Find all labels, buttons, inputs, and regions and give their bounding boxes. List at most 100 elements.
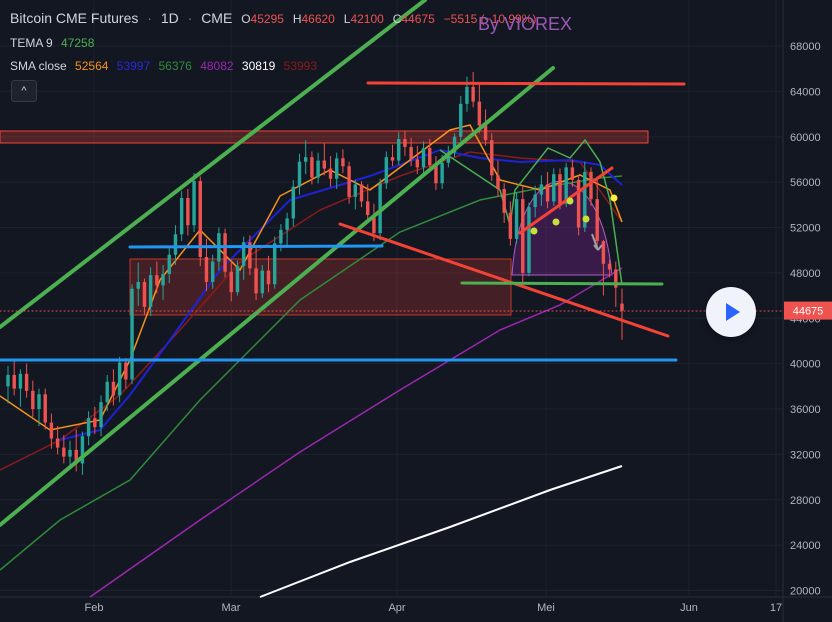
candle-body [539,184,544,195]
chart-window: 2000024000280003200036000400004400048000… [0,0,832,622]
candle-body [316,160,320,178]
exchange-label: CME [201,10,233,26]
candle-body [86,418,91,437]
y-tick-label: 32000 [790,449,821,461]
y-tick-label: 68000 [790,41,821,53]
symbol-title[interactable]: Bitcoin CME Futures [10,10,138,26]
candle-body [514,199,519,239]
candle-body [328,168,333,179]
pattern-dot [582,215,590,223]
candle-body [229,271,233,293]
candle-body [558,174,562,204]
candle-body [24,373,29,391]
candle-body [390,157,395,161]
y-tick-label: 24000 [790,540,821,552]
candle-body [18,373,23,389]
candle-body [43,394,47,423]
candle-body [421,148,426,168]
candle-body [403,139,407,147]
last-price-label: 44675 [793,306,824,318]
candle-body [459,103,463,137]
play-button[interactable] [706,287,756,337]
candle-body [409,146,413,160]
candle-body [161,274,165,286]
candle-body [49,422,54,439]
pattern-dot [530,227,538,235]
y-tick-label: 48000 [790,268,821,280]
y-tick-label: 60000 [790,132,821,144]
pattern-dot [610,194,618,202]
candle-body [397,139,401,161]
candle-body [521,199,525,273]
candle-body [260,270,264,294]
candle-body [31,390,35,409]
y-tick-label: 52000 [790,223,821,235]
candle-body [533,194,537,208]
candle-body [130,288,134,380]
candle-body [576,179,581,228]
collapse-legend-button[interactable]: ^ [11,80,37,102]
candle-body [353,184,358,197]
candle-body [124,362,128,380]
candle-body [272,243,277,285]
x-tick-label: 17 [770,602,782,614]
candle-body [235,266,240,293]
support-line-upper [128,244,384,249]
candle-body [359,184,364,202]
candle-body [68,449,72,457]
y-tick-label: 64000 [790,86,821,98]
candle-body [471,86,475,102]
candle-body [601,241,606,264]
sma-line-4 [89,267,623,598]
tema-legend[interactable]: TEMA 9 47258 [10,36,99,50]
x-tick-label: Jun [680,602,698,614]
candle-body [192,180,196,226]
open-value: 45295 [250,12,284,26]
close-value: 44675 [401,12,435,26]
candle-body [111,381,116,396]
sma-line-5 [259,465,623,598]
play-icon [726,303,740,321]
x-tick-label: Mei [537,602,555,614]
x-tick-label: Feb [85,602,104,614]
candle-body [167,254,171,275]
candle-body [508,212,513,239]
candle-body [93,418,97,428]
sma-value-3: 56376 [158,59,192,73]
y-tick-label: 40000 [790,359,821,371]
candle-body [322,160,327,169]
support-zone [129,258,512,316]
candle-body [186,198,190,226]
candle-body [620,303,624,311]
sma-legend[interactable]: SMA close 52564 53997 56376 48082 30819 … [10,59,322,73]
candle-body [279,229,283,244]
candle-body [589,171,593,200]
candle-body [552,174,556,202]
sma-value-4: 48082 [200,59,234,73]
x-tick-label: Apr [388,602,405,614]
header-row: Bitcoin CME Futures · 1D · CME O45295 H4… [10,10,537,26]
candle-body [440,162,444,184]
candle-body [291,186,295,219]
candle-body [136,281,140,289]
candle-body [254,268,258,294]
candle-body [12,374,16,389]
candle-body [341,158,345,167]
candle-body [223,233,227,272]
y-tick-label: 36000 [790,404,821,416]
candle-body [204,256,209,282]
candle-body [366,201,370,216]
tema-label: TEMA 9 [10,36,53,50]
candle-body [595,199,599,242]
candle-body [415,159,420,168]
candle-body [545,184,550,202]
candle-body [55,438,60,448]
candle-body [117,362,122,396]
candle-body [142,281,147,307]
resistance-zone [0,130,649,144]
y-tick-label: 28000 [790,495,821,507]
candle-body [99,402,103,428]
candle-body [496,175,500,189]
interval-label[interactable]: 1D [161,10,179,26]
candle-body [384,157,389,184]
